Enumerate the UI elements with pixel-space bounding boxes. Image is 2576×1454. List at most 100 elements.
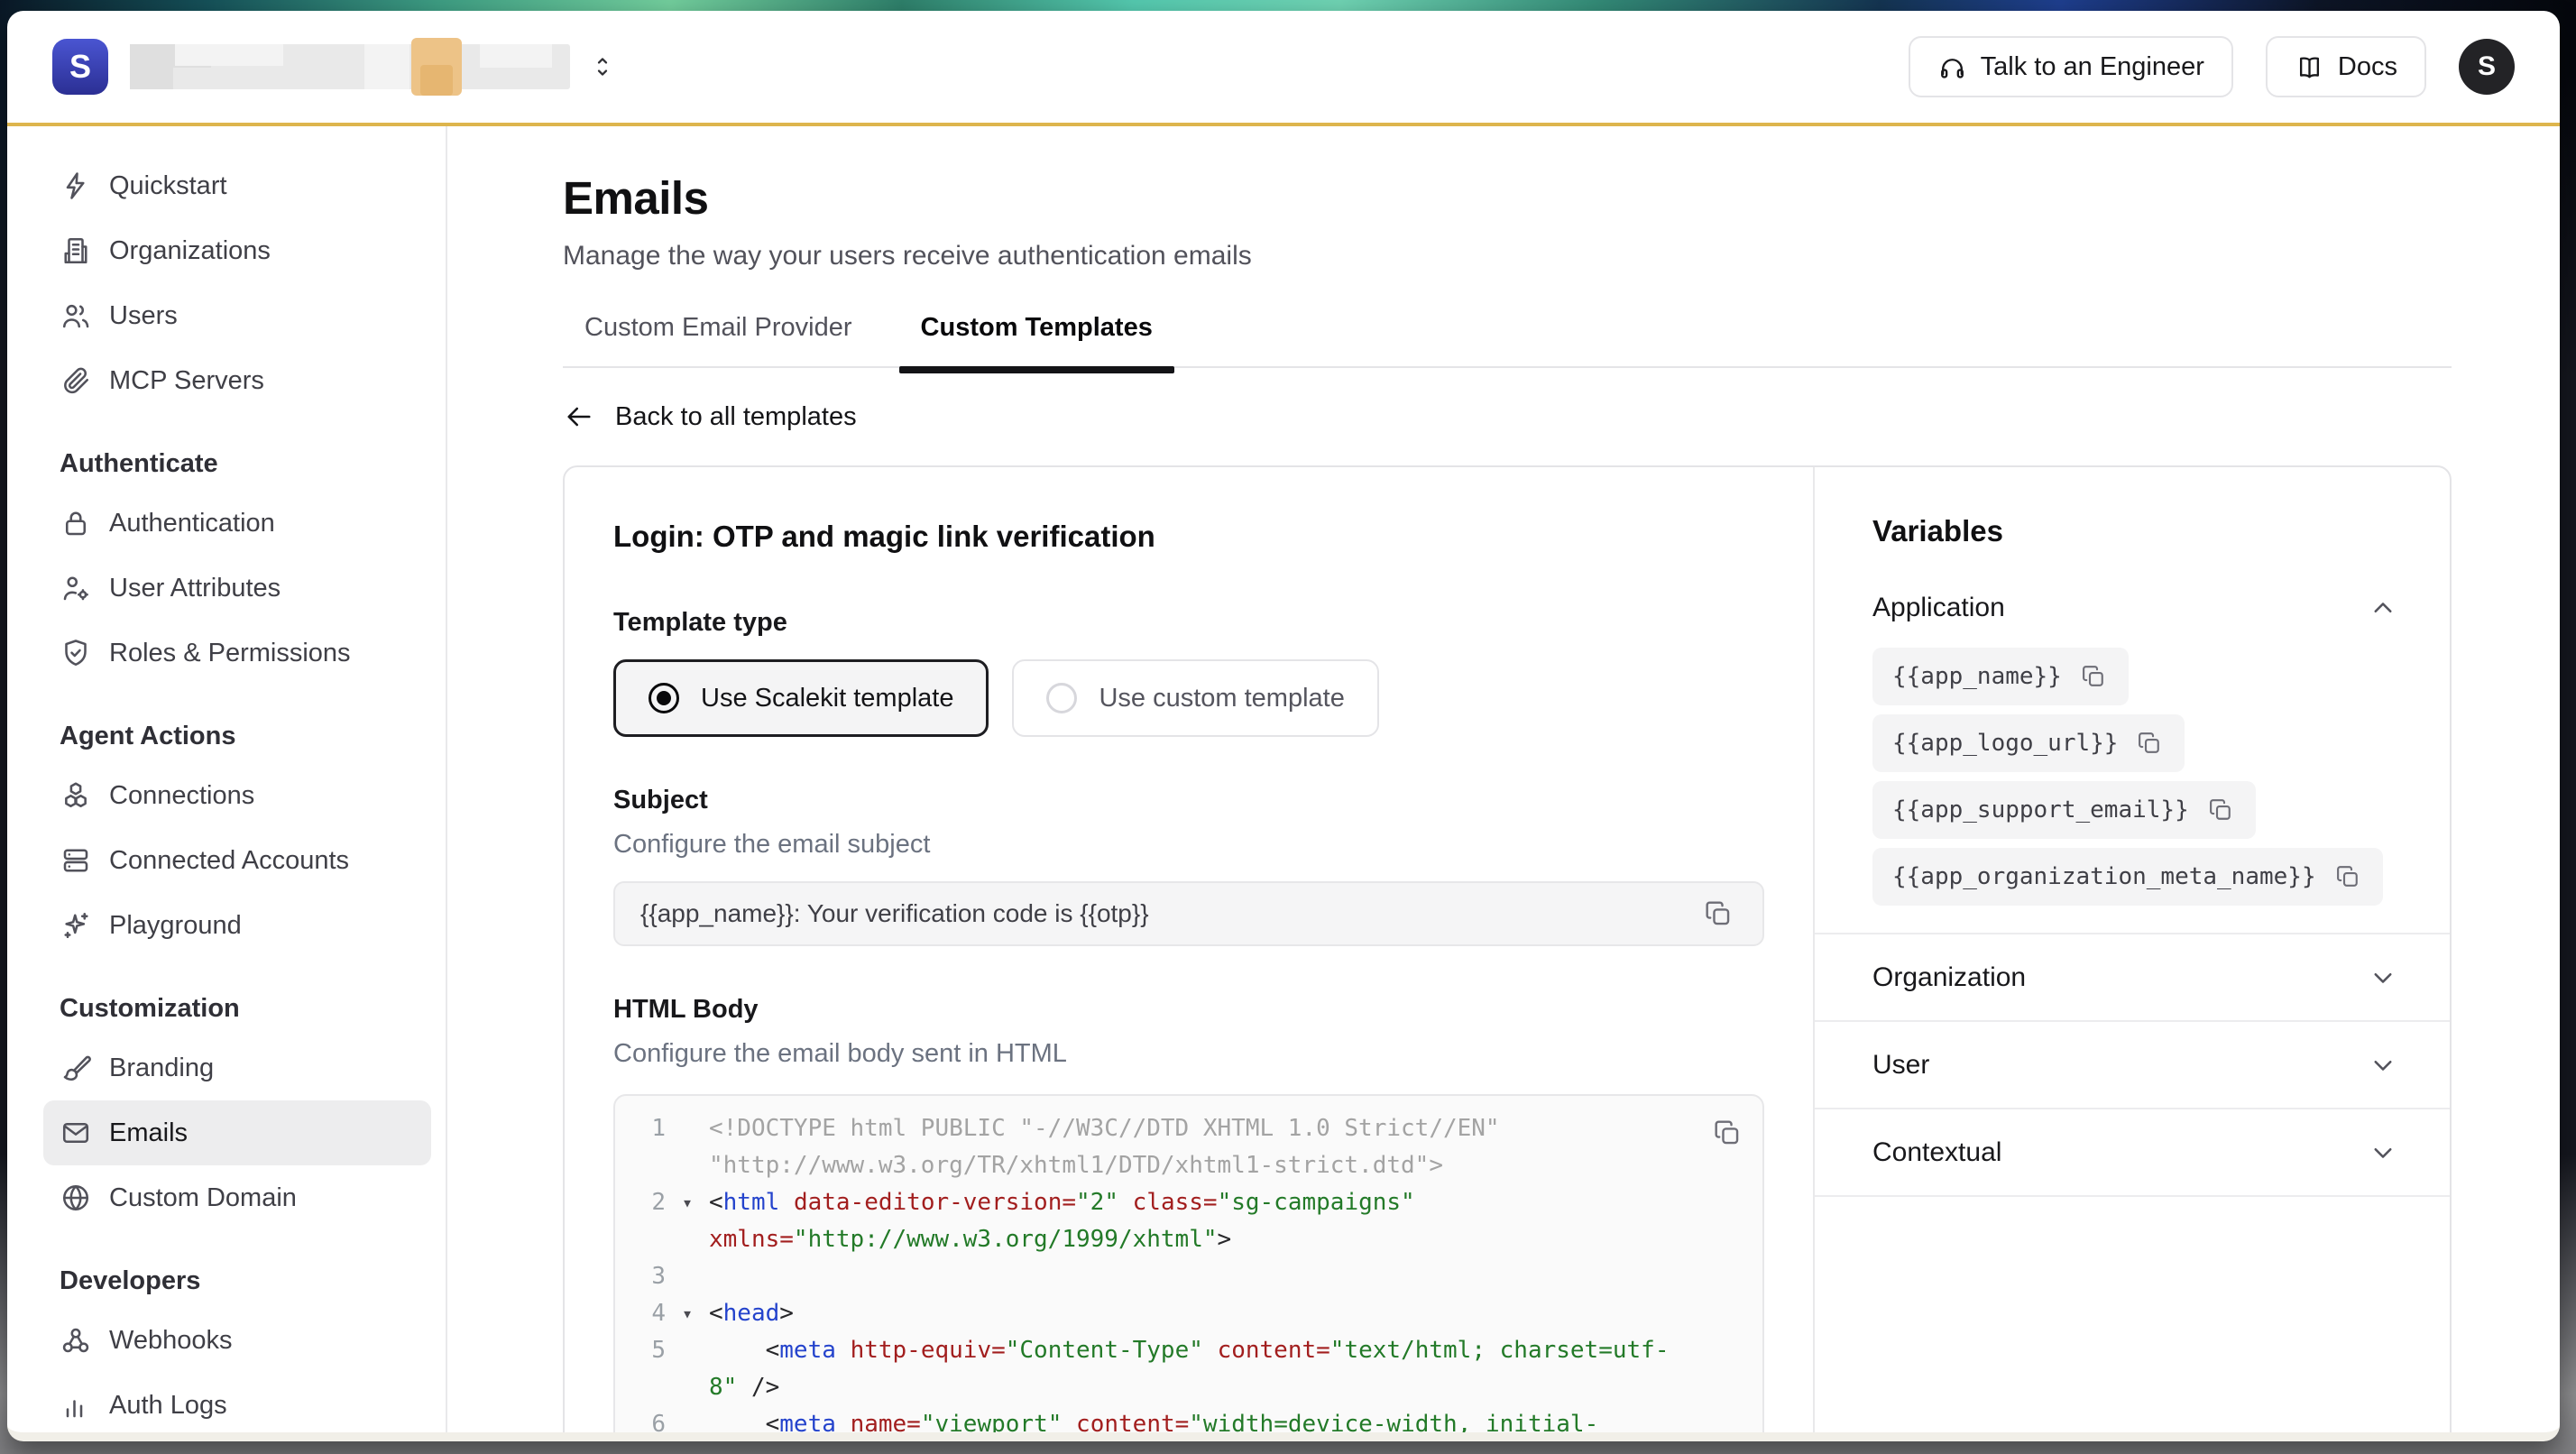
mail-icon bbox=[60, 1117, 92, 1149]
code-line: 6 <meta name="viewport" content="width=d… bbox=[615, 1406, 1762, 1432]
accordion-contextual[interactable]: Contextual bbox=[1815, 1109, 2450, 1197]
line-gutter: 6 bbox=[615, 1406, 709, 1432]
variable-chip-text: {{app_support_email}} bbox=[1892, 796, 2189, 824]
chip-copy-button[interactable] bbox=[2205, 795, 2236, 825]
sidebar-item-label: Webhooks bbox=[109, 1326, 233, 1356]
sidebar-item-mcp-servers[interactable]: MCP Servers bbox=[43, 348, 431, 413]
radio-dot bbox=[649, 683, 679, 713]
variable-chip: {{app_organization_meta_name}} bbox=[1872, 848, 2383, 906]
tab-custom-email-provider[interactable]: Custom Email Provider bbox=[563, 313, 874, 366]
copy-icon bbox=[2080, 663, 2107, 690]
line-gutter: 5 bbox=[615, 1332, 709, 1369]
editor-copy-button[interactable] bbox=[1708, 1114, 1746, 1152]
variable-accordions: Organization User Contextual bbox=[1815, 934, 2450, 1197]
avatar-letter: S bbox=[2478, 51, 2496, 82]
template-form: Login: OTP and magic link verification T… bbox=[565, 467, 1815, 1432]
sidebar-item-emails[interactable]: Emails bbox=[43, 1100, 431, 1165]
sidebar-section-developers: Developers bbox=[7, 1230, 446, 1308]
sidebar-item-organizations[interactable]: Organizations bbox=[43, 218, 431, 283]
accordion-user[interactable]: User bbox=[1815, 1022, 2450, 1109]
fold-spacer bbox=[666, 1332, 709, 1369]
subject-value: {{app_name}}: Your verification code is … bbox=[640, 899, 1149, 928]
radio-dot bbox=[1046, 683, 1077, 713]
sidebar-item-authentication[interactable]: Authentication bbox=[43, 491, 431, 556]
sidebar-item-label: Users bbox=[109, 301, 178, 331]
subject-input[interactable]: {{app_name}}: Your verification code is … bbox=[613, 881, 1764, 946]
line-gutter: 4▾ bbox=[615, 1295, 709, 1332]
chip-copy-button[interactable] bbox=[2332, 861, 2363, 892]
fold-spacer bbox=[666, 1406, 709, 1432]
subject-label: Subject bbox=[613, 786, 1764, 815]
sidebar-item-label: Roles & Permissions bbox=[109, 639, 351, 668]
back-to-templates-link[interactable]: Back to all templates bbox=[563, 400, 857, 433]
sidebar-item-auth-logs[interactable]: Auth Logs bbox=[43, 1373, 431, 1432]
fold-arrow-icon[interactable]: ▾ bbox=[666, 1184, 709, 1221]
code-line: 3 bbox=[615, 1258, 1762, 1295]
docs-label: Docs bbox=[2338, 52, 2397, 82]
subject-copy-button[interactable] bbox=[1699, 895, 1737, 933]
fold-spacer bbox=[666, 1110, 709, 1147]
variables-panel: Variables Application {{app_name}}{{app_… bbox=[1815, 467, 2450, 1432]
user-avatar[interactable]: S bbox=[2459, 39, 2515, 95]
talk-to-engineer-button[interactable]: Talk to an Engineer bbox=[1909, 36, 2233, 97]
sidebar-item-label: Authentication bbox=[109, 509, 275, 538]
sidebar-section-customization: Customization bbox=[7, 958, 446, 1035]
fold-spacer bbox=[666, 1258, 709, 1295]
sidebar-item-label: Organizations bbox=[109, 236, 271, 266]
radio-use-scalekit-template[interactable]: Use Scalekit template bbox=[613, 659, 989, 737]
variable-chip-text: {{app_organization_meta_name}} bbox=[1892, 863, 2316, 890]
sidebar-section-authenticate: Authenticate bbox=[7, 413, 446, 491]
redaction-patch bbox=[480, 44, 552, 68]
chip-copy-button[interactable] bbox=[2134, 728, 2165, 759]
sidebar-item-user-attributes[interactable]: User Attributes bbox=[43, 556, 431, 621]
html-body-editor[interactable]: 1<!DOCTYPE html PUBLIC "-//W3C//DTD XHTM… bbox=[613, 1094, 1764, 1432]
accordion-label: User bbox=[1872, 1050, 1929, 1081]
line-gutter bbox=[615, 1369, 709, 1406]
org-switcher-button[interactable] bbox=[588, 52, 617, 81]
radio-use-custom-template[interactable]: Use custom template bbox=[1012, 659, 1378, 737]
screenshot-stage: S Talk to an Engineer bbox=[0, 0, 2576, 1454]
chip-copy-button[interactable] bbox=[2078, 661, 2109, 692]
docs-button[interactable]: Docs bbox=[2266, 36, 2426, 97]
sidebar-item-branding[interactable]: Branding bbox=[43, 1035, 431, 1100]
radio-label: Use Scalekit template bbox=[701, 684, 953, 713]
page-title: Emails bbox=[563, 171, 2560, 225]
variable-chip-text: {{app_name}} bbox=[1892, 663, 2062, 690]
sidebar-item-webhooks[interactable]: Webhooks bbox=[43, 1308, 431, 1373]
fold-arrow-icon[interactable]: ▾ bbox=[666, 1295, 709, 1332]
accordion-organization[interactable]: Organization bbox=[1815, 934, 2450, 1022]
sidebar: Quickstart Organizations Users MCP Servers A… bbox=[7, 126, 447, 1432]
variable-chips: {{app_name}}{{app_logo_url}}{{app_suppor… bbox=[1815, 624, 2450, 906]
radio-label: Use custom template bbox=[1099, 684, 1344, 713]
fold-spacer bbox=[666, 1369, 709, 1406]
copy-icon bbox=[1703, 898, 1734, 929]
accordion-application[interactable]: Application bbox=[1815, 592, 2450, 624]
redaction-patch bbox=[130, 68, 173, 89]
fold-spacer bbox=[666, 1147, 709, 1184]
sidebar-item-roles-permissions[interactable]: Roles & Permissions bbox=[43, 621, 431, 686]
arrow-left-icon bbox=[563, 400, 595, 433]
sidebar-item-connected-accounts[interactable]: Connected Accounts bbox=[43, 828, 431, 893]
sidebar-item-connections[interactable]: Connections bbox=[43, 763, 431, 828]
shield-check-icon bbox=[60, 637, 92, 669]
building-icon bbox=[60, 235, 92, 267]
sidebar-item-label: MCP Servers bbox=[109, 366, 264, 396]
cubes-icon bbox=[60, 779, 92, 812]
code-line: xmlns="http://www.w3.org/1999/xhtml"> bbox=[615, 1221, 1762, 1258]
sidebar-item-quickstart[interactable]: Quickstart bbox=[43, 153, 431, 218]
sidebar-item-label: Playground bbox=[109, 911, 242, 941]
template-card: Login: OTP and magic link verification T… bbox=[563, 465, 2452, 1432]
unfold-more-icon bbox=[588, 52, 617, 81]
arrow-left-icon bbox=[563, 400, 595, 433]
app-logo: S bbox=[52, 39, 108, 95]
sidebar-item-users[interactable]: Users bbox=[43, 283, 431, 348]
accordion-label: Organization bbox=[1872, 962, 2026, 993]
variables-title: Variables bbox=[1815, 514, 2450, 548]
sidebar-item-label: Connections bbox=[109, 781, 254, 811]
tab-custom-templates[interactable]: Custom Templates bbox=[899, 313, 1174, 366]
user-gear-icon bbox=[60, 572, 92, 604]
variable-chip: {{app_support_email}} bbox=[1872, 781, 2256, 839]
sidebar-item-playground[interactable]: Playground bbox=[43, 893, 431, 958]
sidebar-item-custom-domain[interactable]: Custom Domain bbox=[43, 1165, 431, 1230]
code-line: "http://www.w3.org/TR/xhtml1/DTD/xhtml1-… bbox=[615, 1147, 1762, 1184]
